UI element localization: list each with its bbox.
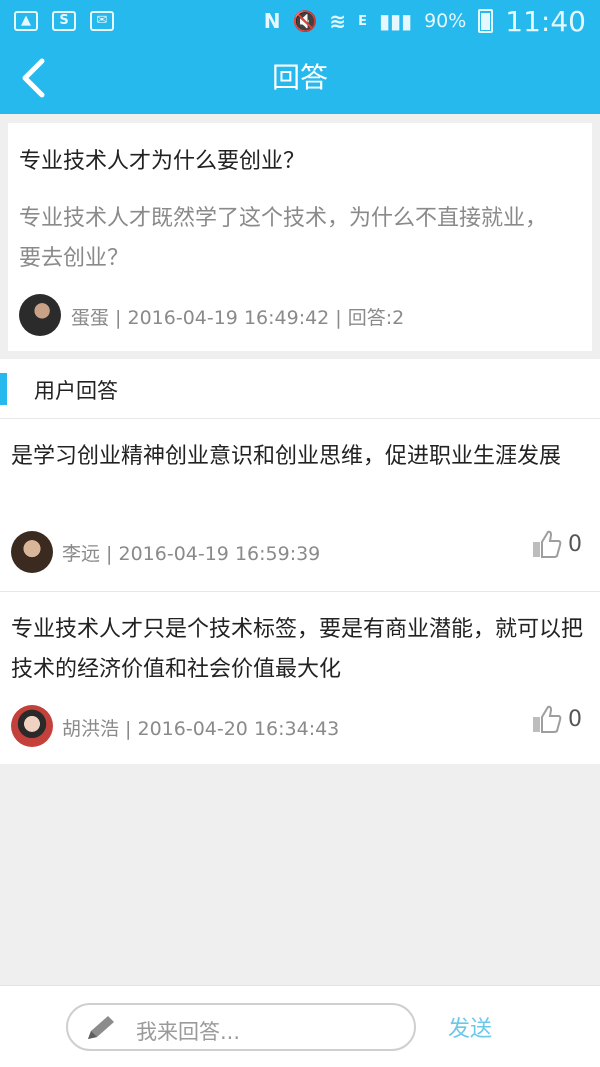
like-button[interactable]: 0 [532, 704, 582, 734]
avatar[interactable] [11, 531, 53, 573]
section-title: 用户回答 [34, 379, 118, 403]
status-right-icons: N 🔇 ≋ E ▮▮▮ 90% 11:40 [264, 5, 586, 38]
question-card: 专业技术人才为什么要创业？ 专业技术人才既然学了这个技术，为什么不直接就业，要去… [8, 123, 592, 351]
question-title: 专业技术人才为什么要创业？ [19, 149, 306, 174]
send-button[interactable]: 发送 [448, 1011, 492, 1043]
like-count: 0 [568, 706, 582, 732]
s-icon: S [52, 11, 76, 31]
mail-icon: ✉ [90, 11, 114, 31]
battery-percent: 90% [424, 10, 467, 32]
wifi-icon: ≋ [329, 9, 347, 33]
network-type-icon: E [358, 13, 368, 29]
answer-meta: 胡洪浩 | 2016-04-20 16:34:43 [62, 718, 340, 740]
answer-text: 是学习创业精神创业意识和创业思维，促进职业生涯发展 [11, 444, 562, 469]
chevron-left-icon [22, 58, 45, 98]
mute-icon: 🔇 [292, 9, 318, 33]
answers-panel: 用户回答 是学习创业精神创业意识和创业思维，促进职业生涯发展 李远 | 2016… [0, 359, 600, 764]
like-button[interactable]: 0 [532, 529, 582, 559]
pencil-icon [88, 1016, 114, 1039]
like-count: 0 [568, 531, 582, 557]
nav-bar: 回答 [0, 42, 600, 114]
avatar[interactable] [19, 294, 61, 336]
thumbs-up-icon [533, 705, 562, 733]
nfc-icon: N [263, 9, 281, 33]
page-title: 回答 [271, 61, 328, 94]
back-button[interactable] [8, 50, 58, 106]
answer-item: 是学习创业精神创业意识和创业思维，促进职业生涯发展 李远 | 2016-04-1… [0, 418, 600, 591]
question-meta: 蛋蛋 | 2016-04-19 16:49:42 | 回答:2 [71, 307, 405, 329]
signal-icon: ▮▮▮ [379, 9, 413, 33]
clock: 11:40 [505, 4, 586, 38]
answer-meta: 李远 | 2016-04-19 16:59:39 [62, 543, 321, 565]
thumbs-up-icon [533, 530, 562, 558]
question-description: 专业技术人才既然学了这个技术，为什么不直接就业，要去创业？ [19, 206, 548, 271]
reply-input[interactable]: 我来回答... [66, 1003, 416, 1051]
status-left-icons: ▲ S ✉ [14, 11, 114, 31]
answer-text: 专业技术人才只是个技术标签，要是有商业潜能，就可以把技术的经济价值和社会价值最大… [11, 617, 584, 682]
reply-bar: 我来回答... 发送 [0, 985, 600, 1067]
avatar[interactable] [11, 705, 53, 747]
section-accent-bar [0, 373, 7, 405]
answer-item: 专业技术人才只是个技术标签，要是有商业潜能，就可以把技术的经济价值和社会价值最大… [0, 591, 600, 764]
gallery-icon: ▲ [14, 11, 38, 31]
status-bar: ▲ S ✉ N 🔇 ≋ E ▮▮▮ 90% 11:40 [0, 0, 600, 42]
battery-icon [478, 9, 494, 33]
reply-placeholder: 我来回答... [136, 1020, 241, 1044]
